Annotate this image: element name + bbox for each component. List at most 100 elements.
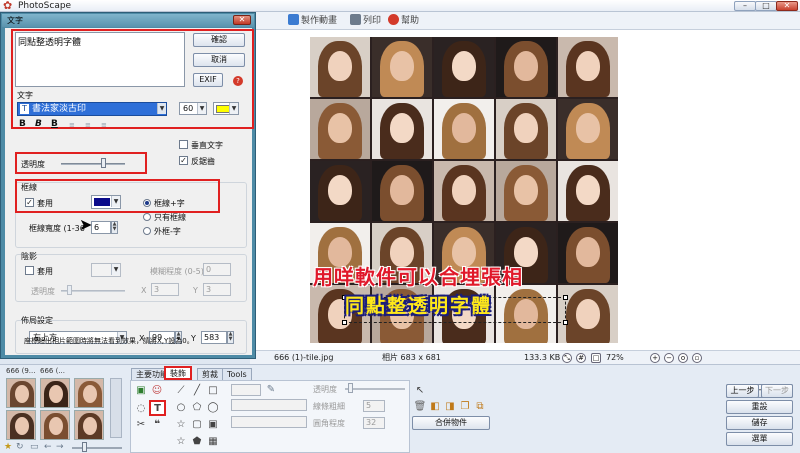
thumbnail[interactable] bbox=[40, 410, 70, 440]
border-color-picker[interactable]: ▼ bbox=[91, 195, 121, 209]
line-icon[interactable]: ╱ bbox=[190, 384, 204, 398]
menu-print[interactable]: 列印 bbox=[350, 12, 381, 30]
scissors-icon[interactable]: ✂ bbox=[134, 418, 148, 432]
opacity-slider[interactable] bbox=[345, 388, 405, 390]
font-color-picker[interactable]: ▼ bbox=[213, 102, 239, 115]
pentagon-icon[interactable]: ⬠ bbox=[190, 401, 204, 415]
dialog-close-button[interactable]: ✕ bbox=[233, 15, 251, 25]
bring-front-icon[interactable]: ◧ bbox=[428, 400, 442, 414]
photo-overlay-text-red[interactable]: 用咩軟件可以合埋張相 bbox=[313, 264, 618, 290]
shadow-apply-checkbox[interactable] bbox=[25, 266, 34, 275]
zoom-out-icon[interactable]: − bbox=[664, 353, 674, 363]
pentagon-fill-icon[interactable]: ⬟ bbox=[190, 435, 204, 449]
rounded-rect-icon[interactable]: ▢ bbox=[190, 418, 204, 432]
shadow-opacity-thumb[interactable] bbox=[67, 285, 72, 295]
color-dropdown-1[interactable] bbox=[231, 399, 307, 411]
align-right-icon[interactable]: ≡ bbox=[101, 121, 107, 129]
thumbnail[interactable] bbox=[74, 378, 104, 408]
y-spinner[interactable]: ▲ ▼ bbox=[227, 331, 234, 344]
fit-icon[interactable]: ⤡ bbox=[562, 353, 572, 363]
pointer-icon[interactable]: ↖ bbox=[413, 384, 427, 398]
resize-handle[interactable] bbox=[563, 320, 568, 325]
font-dropdown[interactable]: T 書法家淡古印 ▼ bbox=[17, 102, 167, 116]
star-shape-icon[interactable]: ☆ bbox=[174, 418, 188, 432]
text-tool-icon[interactable]: T bbox=[149, 400, 166, 416]
trash-icon[interactable]: 🗑 bbox=[413, 400, 427, 414]
font-size-dropdown[interactable]: 60 ▼ bbox=[179, 102, 207, 115]
shadow-blur-input[interactable]: 0 bbox=[203, 263, 231, 276]
ok-button[interactable]: 確認 bbox=[193, 33, 245, 47]
rectangle-icon[interactable]: □ bbox=[206, 384, 220, 398]
speech-bubble-icon[interactable]: ◌ bbox=[134, 402, 148, 416]
rotate-icon[interactable]: ↻ bbox=[16, 442, 24, 452]
border-option-text-radio[interactable] bbox=[143, 199, 151, 207]
rounded-square-icon[interactable]: ▣ bbox=[206, 418, 220, 432]
thumbnail-scrollbar[interactable] bbox=[110, 378, 122, 438]
folder-icon[interactable]: ▭ bbox=[30, 442, 39, 452]
send-back-icon[interactable]: ◨ bbox=[443, 400, 457, 414]
vertical-text-checkbox[interactable] bbox=[179, 140, 188, 149]
photo-overlay-text-yellow[interactable]: 同點整透明字體 bbox=[345, 293, 575, 319]
resize-handle[interactable] bbox=[342, 320, 347, 325]
zoom-fit-icon[interactable]: ▫ bbox=[692, 353, 702, 363]
copy-icon[interactable]: ❐ bbox=[458, 400, 472, 414]
thumbnail[interactable] bbox=[40, 378, 70, 408]
opacity-slider[interactable] bbox=[61, 163, 125, 165]
eyedropper-icon[interactable]: ✎ bbox=[264, 383, 278, 397]
circle-icon[interactable]: ○ bbox=[174, 401, 188, 415]
line-width-input[interactable]: 5 bbox=[363, 400, 385, 412]
brush-icon[interactable]: ⟋ bbox=[174, 384, 188, 398]
exif-button[interactable]: EXIF bbox=[193, 73, 223, 87]
minimize-button[interactable]: – bbox=[734, 1, 756, 11]
opacity-slider-thumb[interactable] bbox=[100, 158, 106, 168]
italic-button[interactable]: B bbox=[35, 119, 42, 129]
square-fill-icon[interactable]: ▦ bbox=[206, 435, 220, 449]
antialias-checkbox[interactable]: ✓ bbox=[179, 156, 188, 165]
star-icon[interactable]: ★ bbox=[4, 442, 12, 452]
save-button[interactable]: 儲存 bbox=[726, 416, 793, 430]
align-center-icon[interactable]: ≡ bbox=[85, 121, 91, 129]
undo-button-left[interactable]: 上一步 bbox=[726, 384, 759, 398]
thumbnail[interactable] bbox=[6, 378, 36, 408]
opacity-slider-thumb[interactable] bbox=[348, 383, 353, 393]
cancel-button[interactable]: 取消 bbox=[193, 53, 245, 67]
color-dropdown-2[interactable] bbox=[231, 416, 307, 428]
restore-button[interactable]: 重設 bbox=[726, 400, 793, 414]
zoom-in-icon[interactable]: + bbox=[650, 353, 660, 363]
line-style-dropdown[interactable] bbox=[231, 384, 261, 396]
menu-button[interactable]: 選單 bbox=[726, 432, 793, 446]
shadow-y-input[interactable]: 3 bbox=[203, 283, 231, 296]
tab-tools[interactable]: Tools bbox=[222, 368, 252, 380]
border-width-spinner[interactable]: ▲ ▼ bbox=[111, 221, 118, 234]
roundness-input[interactable]: 32 bbox=[363, 417, 385, 429]
photo-icon[interactable]: ▣ bbox=[134, 384, 148, 398]
thumb-size-slider[interactable] bbox=[72, 447, 122, 449]
circle-fill-icon[interactable]: ◯ bbox=[206, 401, 220, 415]
shadow-color-picker[interactable]: ▼ bbox=[91, 263, 121, 277]
close-button[interactable]: ✕ bbox=[776, 1, 798, 11]
star-fill-icon[interactable]: ☆ bbox=[174, 435, 188, 449]
menu-help[interactable]: 幫助 bbox=[388, 12, 419, 30]
maximize-button[interactable]: □ bbox=[755, 1, 777, 11]
thumbnail[interactable] bbox=[6, 410, 36, 440]
merge-objects-button[interactable]: 合併物件 bbox=[412, 416, 490, 430]
border-only-radio[interactable] bbox=[143, 213, 151, 221]
outer-border-radio[interactable] bbox=[143, 227, 151, 235]
thumb-size-slider-thumb[interactable] bbox=[82, 442, 87, 452]
shadow-x-input[interactable]: 3 bbox=[151, 283, 179, 296]
y-input[interactable]: 583 bbox=[201, 331, 227, 344]
forward-icon[interactable]: → bbox=[56, 442, 64, 452]
underline-button[interactable]: B bbox=[51, 119, 58, 129]
paste-icon[interactable]: ⧉ bbox=[473, 400, 487, 414]
zoom-box-icon[interactable]: □ bbox=[591, 353, 601, 363]
align-left-icon[interactable]: ≡ bbox=[69, 121, 75, 129]
zoom-reset-icon[interactable]: o bbox=[678, 353, 688, 363]
grid-icon[interactable]: # bbox=[576, 353, 586, 363]
back-icon[interactable]: ← bbox=[44, 442, 52, 452]
tab-decorate[interactable]: 裝飾 bbox=[164, 366, 192, 380]
help-icon[interactable]: ? bbox=[233, 76, 243, 86]
dialog-titlebar[interactable]: 文字 ✕ bbox=[2, 14, 254, 27]
thumbnail[interactable] bbox=[74, 410, 104, 440]
menu-make-animation[interactable]: 製作動畫 bbox=[288, 12, 337, 30]
text-input-area[interactable]: 同點整透明字體 bbox=[15, 32, 185, 87]
